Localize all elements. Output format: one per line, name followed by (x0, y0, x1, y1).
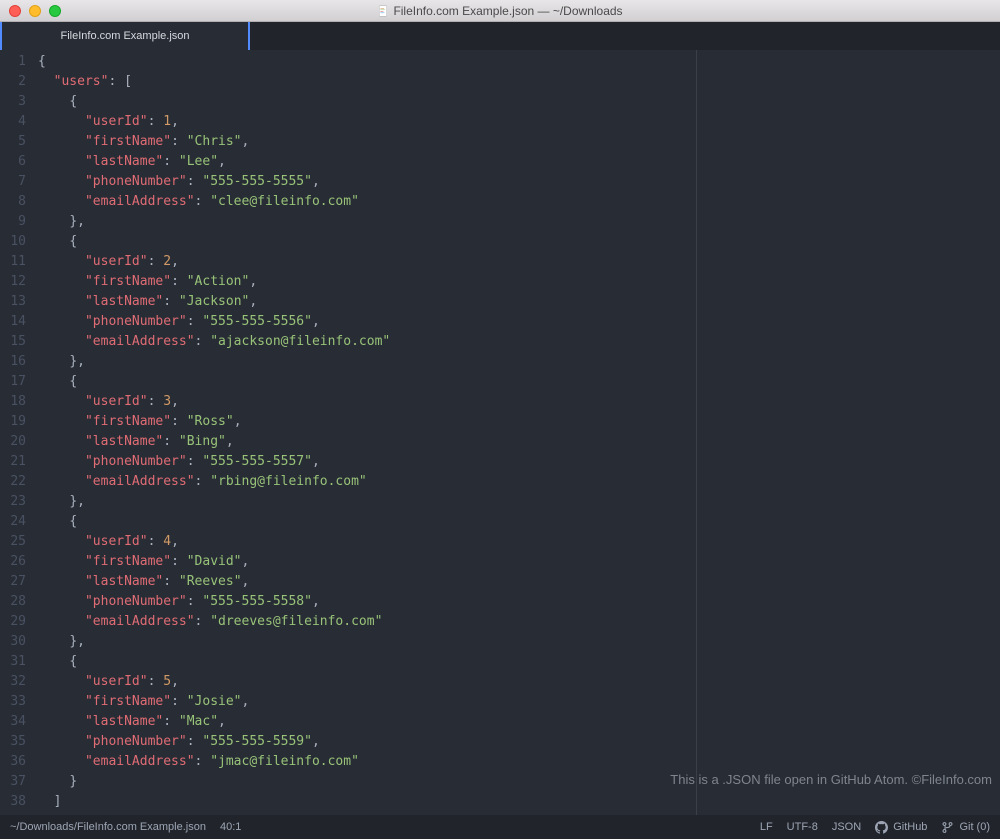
traffic-lights (9, 5, 61, 17)
status-git[interactable]: Git (0) (941, 821, 990, 834)
editor[interactable]: 1234567891011121314151617181920212223242… (0, 50, 1000, 815)
wrap-guide (696, 50, 697, 815)
minimize-window-button[interactable] (29, 5, 41, 17)
status-encoding[interactable]: UTF-8 (787, 821, 818, 833)
status-bar: ~/Downloads/FileInfo.com Example.json 40… (0, 815, 1000, 839)
status-line-ending[interactable]: LF (760, 821, 773, 833)
window-titlebar: FileInfo.com Example.json — ~/Downloads (0, 0, 1000, 22)
gutter: 1234567891011121314151617181920212223242… (0, 50, 34, 815)
zoom-window-button[interactable] (49, 5, 61, 17)
watermark-text: This is a .JSON file open in GitHub Atom… (670, 772, 992, 787)
tab-bar-empty[interactable] (248, 22, 1000, 50)
code-area[interactable]: { "users": [ { "userId": 1, "firstName":… (34, 50, 1000, 815)
window-title: FileInfo.com Example.json — ~/Downloads (0, 4, 1000, 18)
tab-label: FileInfo.com Example.json (61, 30, 190, 42)
close-window-button[interactable] (9, 5, 21, 17)
status-file-path[interactable]: ~/Downloads/FileInfo.com Example.json (10, 821, 206, 833)
status-github[interactable]: GitHub (875, 821, 927, 834)
tab-bar: FileInfo.com Example.json (0, 22, 1000, 50)
tab-file[interactable]: FileInfo.com Example.json (0, 22, 248, 50)
file-icon (377, 5, 389, 17)
status-grammar[interactable]: JSON (832, 821, 861, 833)
git-branch-icon (941, 821, 954, 834)
github-icon (875, 821, 888, 834)
status-cursor-position[interactable]: 40:1 (220, 821, 241, 833)
